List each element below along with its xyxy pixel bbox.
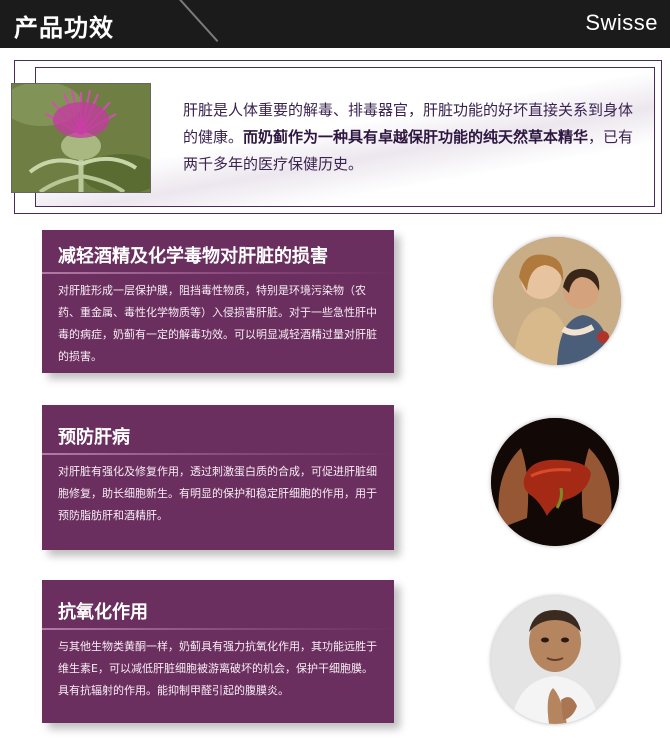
page-header: 产品功效 Swisse	[0, 0, 670, 48]
card-body: 对肝脏有强化及修复作用，透过刺激蛋白质的合成，可促进肝脏细胞修复，助长细胞新生。…	[58, 465, 377, 522]
liver-in-hands-image	[491, 418, 619, 546]
intro-box: 肝脏是人体重要的解毒、排毒器官，肝脏功能的好坏直接关系到身体的健康。而奶蓟作为一…	[11, 60, 662, 214]
benefit-card-antioxidant: 抗氧化作用 与其他生物类黄酮一样，奶蓟具有强力抗氧化作用，其功能远胜于维生素E，…	[42, 580, 394, 723]
card-body: 与其他生物类黄酮一样，奶蓟具有强力抗氧化作用，其功能远胜于维生素E，可以减低肝脏…	[58, 640, 377, 697]
card-body: 对肝脏形成一层保护膜，阻挡毒性物质，特别是环境污染物（农药、重金属、毒性化学物质…	[58, 284, 377, 363]
card-title: 抗氧化作用	[58, 602, 148, 623]
milk-thistle-image	[11, 83, 151, 193]
intro-text: 肝脏是人体重要的解毒、排毒器官，肝脏功能的好坏直接关系到身体的健康。而奶蓟作为一…	[183, 97, 645, 178]
card-title: 减轻酒精及化学毒物对肝脏的损害	[58, 246, 328, 267]
couple-photo	[493, 237, 621, 365]
benefit-card-liver-protection: 减轻酒精及化学毒物对肝脏的损害 对肝脏形成一层保护膜，阻挡毒性物质，特别是环境污…	[42, 230, 394, 373]
man-portrait-image	[491, 596, 619, 724]
intro-text-bold: 而奶蓟作为一种具有卓越保肝功能的纯天然草本精华	[243, 128, 589, 146]
benefit-card-liver-disease-prevention: 预防肝病 对肝脏有强化及修复作用，透过刺激蛋白质的合成，可促进肝脏细胞修复，助长…	[42, 405, 394, 550]
brand-logo: Swisse	[585, 10, 658, 35]
section-title: 产品功效	[14, 14, 114, 42]
card-title: 预防肝病	[58, 427, 130, 448]
header-divider	[170, 0, 219, 43]
